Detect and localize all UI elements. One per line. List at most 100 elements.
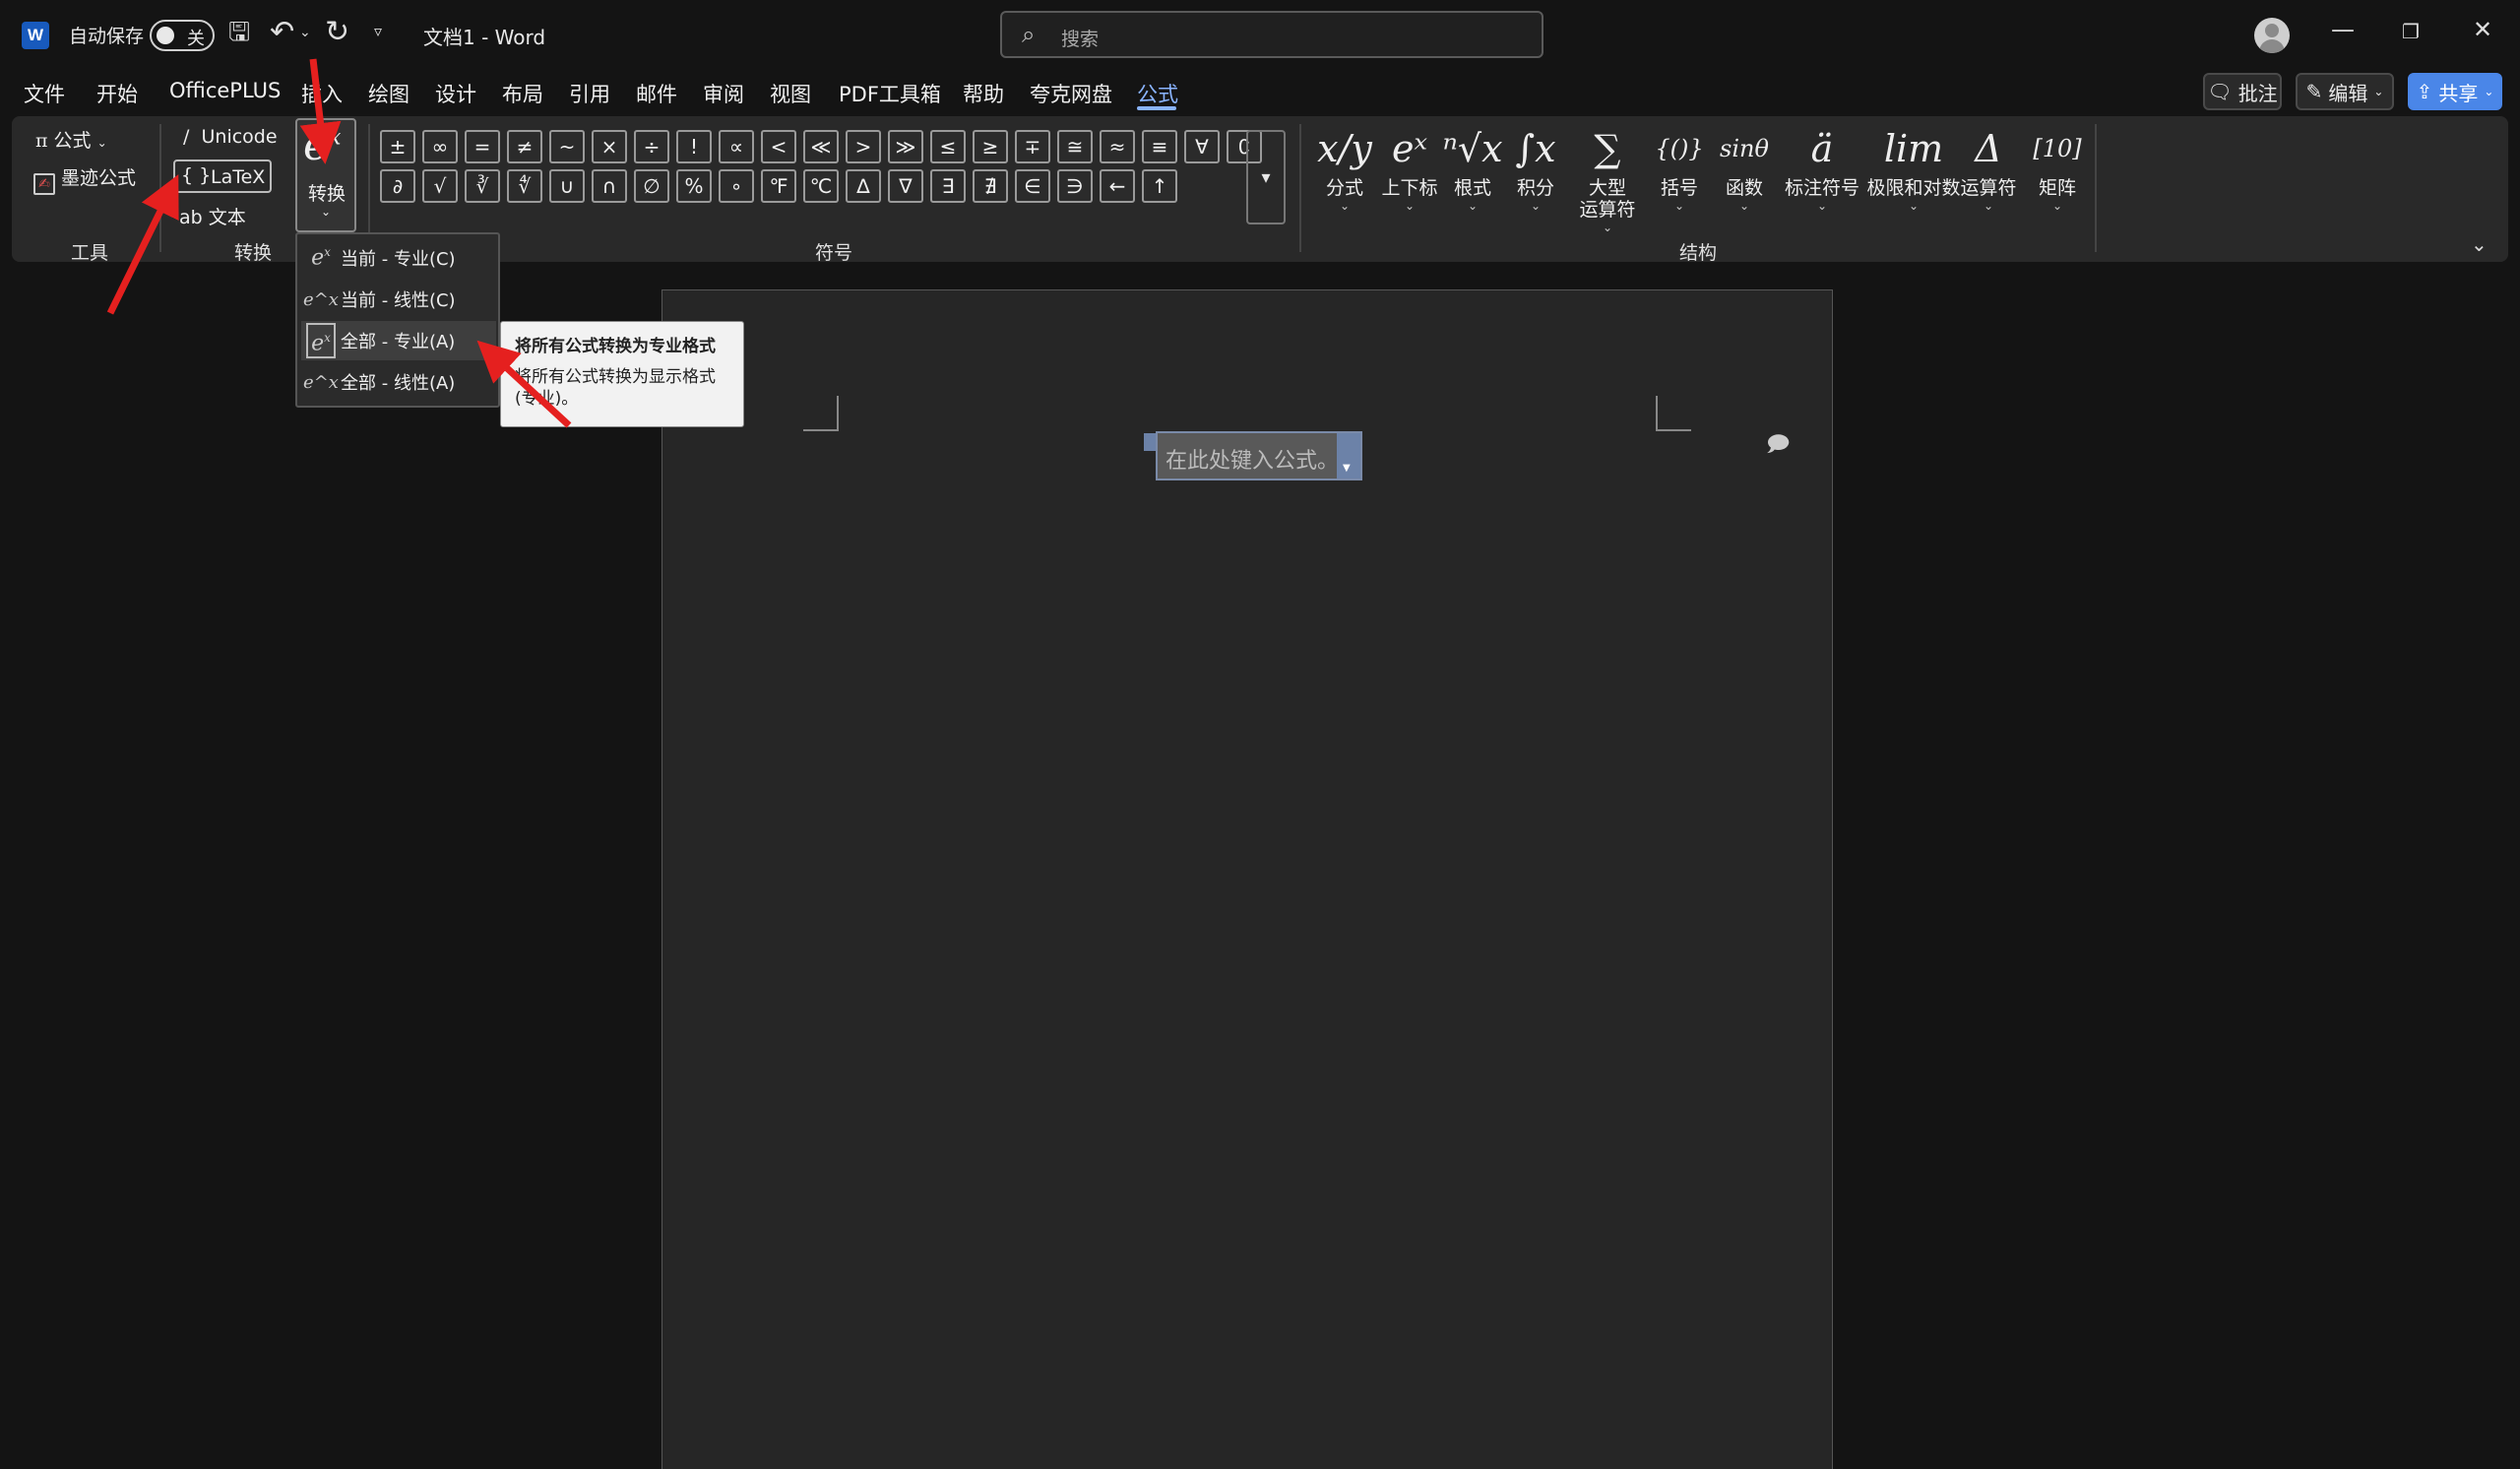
symbol-button[interactable]: ∞: [422, 130, 458, 163]
text-button[interactable]: ab 文本: [179, 203, 246, 229]
avatar[interactable]: [2254, 18, 2290, 53]
tab-mailings[interactable]: 邮件: [636, 79, 677, 108]
customize-quick-access-icon[interactable]: ▿: [374, 24, 382, 39]
function-button[interactable]: sinθ 函数 ⌄: [1715, 120, 1774, 213]
symbol-button[interactable]: ∂: [380, 169, 415, 203]
symbol-button[interactable]: ≥: [973, 130, 1008, 163]
symbol-button[interactable]: ∆: [846, 169, 881, 203]
save-icon[interactable]: 🖫: [228, 20, 250, 45]
symbol-button[interactable]: ×: [592, 130, 627, 163]
fraction-button[interactable]: x/y 分式 ⌄: [1315, 120, 1374, 213]
margin-corner-mark: [1656, 396, 1691, 431]
symbol-button[interactable]: √: [422, 169, 458, 203]
symbol-button[interactable]: ~: [549, 130, 585, 163]
tab-home[interactable]: 开始: [96, 79, 138, 108]
symbol-button[interactable]: ≪: [803, 130, 839, 163]
symbol-button[interactable]: ∅: [634, 169, 669, 203]
symbol-button[interactable]: ≈: [1100, 130, 1135, 163]
chevron-down-icon: ⌄: [1816, 199, 1828, 213]
symbol-button[interactable]: <: [761, 130, 796, 163]
symbol-button[interactable]: =: [465, 130, 500, 163]
share-button[interactable]: ⇪ 共享 ⌄: [2408, 73, 2502, 110]
equation-anchor-handle[interactable]: [1144, 433, 1156, 451]
symbol-button[interactable]: ∪: [549, 169, 585, 203]
close-icon[interactable]: ✕: [2473, 16, 2492, 43]
symbol-button[interactable]: %: [676, 169, 712, 203]
redo-icon[interactable]: ↻: [325, 18, 349, 47]
undo-dropdown-icon[interactable]: ⌄: [299, 26, 311, 39]
tab-insert[interactable]: 插入: [301, 79, 343, 108]
tab-quark-drive[interactable]: 夸克网盘: [1030, 79, 1112, 108]
operator-button[interactable]: Δ 运算符 ⌄: [1959, 120, 2018, 213]
collapse-ribbon-icon[interactable]: ⌄: [2471, 232, 2488, 256]
convert-button[interactable]: ex 转换 ⌄: [295, 118, 356, 232]
comments-button[interactable]: 🗨 批注: [2203, 73, 2282, 110]
symbol-button[interactable]: ≅: [1057, 130, 1093, 163]
tab-file[interactable]: 文件: [24, 79, 65, 108]
symbol-button[interactable]: ℃: [803, 169, 839, 203]
autosave-toggle[interactable]: 关: [150, 20, 215, 51]
tab-equation[interactable]: 公式: [1137, 79, 1178, 108]
editing-button[interactable]: ✎ 编辑 ⌄: [2296, 73, 2394, 110]
search-box[interactable]: ⌕ 搜索: [1000, 11, 1544, 58]
unicode-button[interactable]: / Unicode: [183, 126, 278, 148]
symbol-button[interactable]: ∓: [1015, 130, 1050, 163]
bracket-button[interactable]: {()} 括号 ⌄: [1652, 120, 1707, 213]
latex-button[interactable]: { } LaTeX: [173, 160, 272, 193]
symbol-button[interactable]: ±: [380, 130, 415, 163]
symbol-button[interactable]: ≤: [930, 130, 966, 163]
tab-layout[interactable]: 布局: [502, 79, 543, 108]
add-comment-icon[interactable]: 🗩: [1766, 427, 1790, 465]
symbol-button[interactable]: ∘: [719, 169, 754, 203]
symbol-button[interactable]: ∋: [1057, 169, 1093, 203]
menu-item-current-professional[interactable]: ex 当前 - 专业(C): [301, 238, 496, 278]
minimize-icon[interactable]: —: [2331, 16, 2355, 43]
symbol-button[interactable]: !: [676, 130, 712, 163]
tab-pdf-tools[interactable]: PDF工具箱: [839, 79, 941, 108]
tooltip: 将所有公式转换为专业格式 将所有公式转换为显示格式(专业)。: [500, 321, 744, 427]
equation-options-handle[interactable]: ▼: [1337, 433, 1360, 479]
menu-item-all-linear[interactable]: e^x 全部 - 线性(A): [301, 362, 496, 402]
symbol-button[interactable]: ∩: [592, 169, 627, 203]
tab-review[interactable]: 审阅: [703, 79, 744, 108]
ink-equation-button[interactable]: ✍ 墨迹公式: [33, 163, 136, 195]
tooltip-description: 将所有公式转换为显示格式(专业)。: [515, 367, 716, 409]
tab-officeplus[interactable]: OfficePLUS: [169, 79, 281, 102]
symbol-button[interactable]: ∄: [973, 169, 1008, 203]
accent-button[interactable]: ä 标注符号 ⌄: [1780, 120, 1864, 213]
tab-help[interactable]: 帮助: [963, 79, 1004, 108]
equation-button[interactable]: π 公式 ⌄: [35, 126, 107, 153]
symbol-button[interactable]: ∜: [507, 169, 542, 203]
tab-view[interactable]: 视图: [770, 79, 811, 108]
undo-icon[interactable]: ↶: [270, 18, 294, 47]
symbol-button[interactable]: ≠: [507, 130, 542, 163]
document-title: 文档1 - Word: [423, 26, 546, 49]
limit-log-button[interactable]: lim 极限和对数 ⌄: [1862, 120, 1965, 213]
symbols-more-button[interactable]: ▾: [1246, 130, 1286, 224]
tab-design[interactable]: 设计: [435, 79, 476, 108]
symbol-button[interactable]: >: [846, 130, 881, 163]
matrix-button[interactable]: [10] 矩阵 ⌄: [2028, 120, 2087, 213]
symbol-button[interactable]: ∈: [1015, 169, 1050, 203]
symbol-button[interactable]: ≡: [1142, 130, 1177, 163]
symbol-button[interactable]: ≫: [888, 130, 923, 163]
tab-references[interactable]: 引用: [569, 79, 610, 108]
equation-placeholder-box[interactable]: 在此处键入公式。 ▼: [1156, 431, 1362, 480]
integral-button[interactable]: ∫x 积分 ⌄: [1506, 120, 1565, 213]
symbol-button[interactable]: ∀: [1184, 130, 1220, 163]
tab-draw[interactable]: 绘图: [368, 79, 410, 108]
menu-item-all-professional[interactable]: ex 全部 - 专业(A): [301, 321, 496, 360]
symbol-button[interactable]: ℉: [761, 169, 796, 203]
radical-button[interactable]: ⁿ√x 根式 ⌄: [1442, 120, 1502, 213]
symbol-button[interactable]: ÷: [634, 130, 669, 163]
script-button[interactable]: eˣ 上下标 ⌄: [1378, 120, 1441, 213]
symbol-button[interactable]: ∃: [930, 169, 966, 203]
large-operator-button[interactable]: ∑ 大型 运算符 ⌄: [1573, 120, 1642, 234]
restore-icon[interactable]: ❐: [2402, 20, 2420, 43]
symbol-button[interactable]: ←: [1100, 169, 1135, 203]
symbol-button[interactable]: ↑: [1142, 169, 1177, 203]
symbol-button[interactable]: ∛: [465, 169, 500, 203]
menu-item-current-linear[interactable]: e^x 当前 - 线性(C): [301, 280, 496, 319]
symbol-button[interactable]: ∝: [719, 130, 754, 163]
symbol-button[interactable]: ∇: [888, 169, 923, 203]
